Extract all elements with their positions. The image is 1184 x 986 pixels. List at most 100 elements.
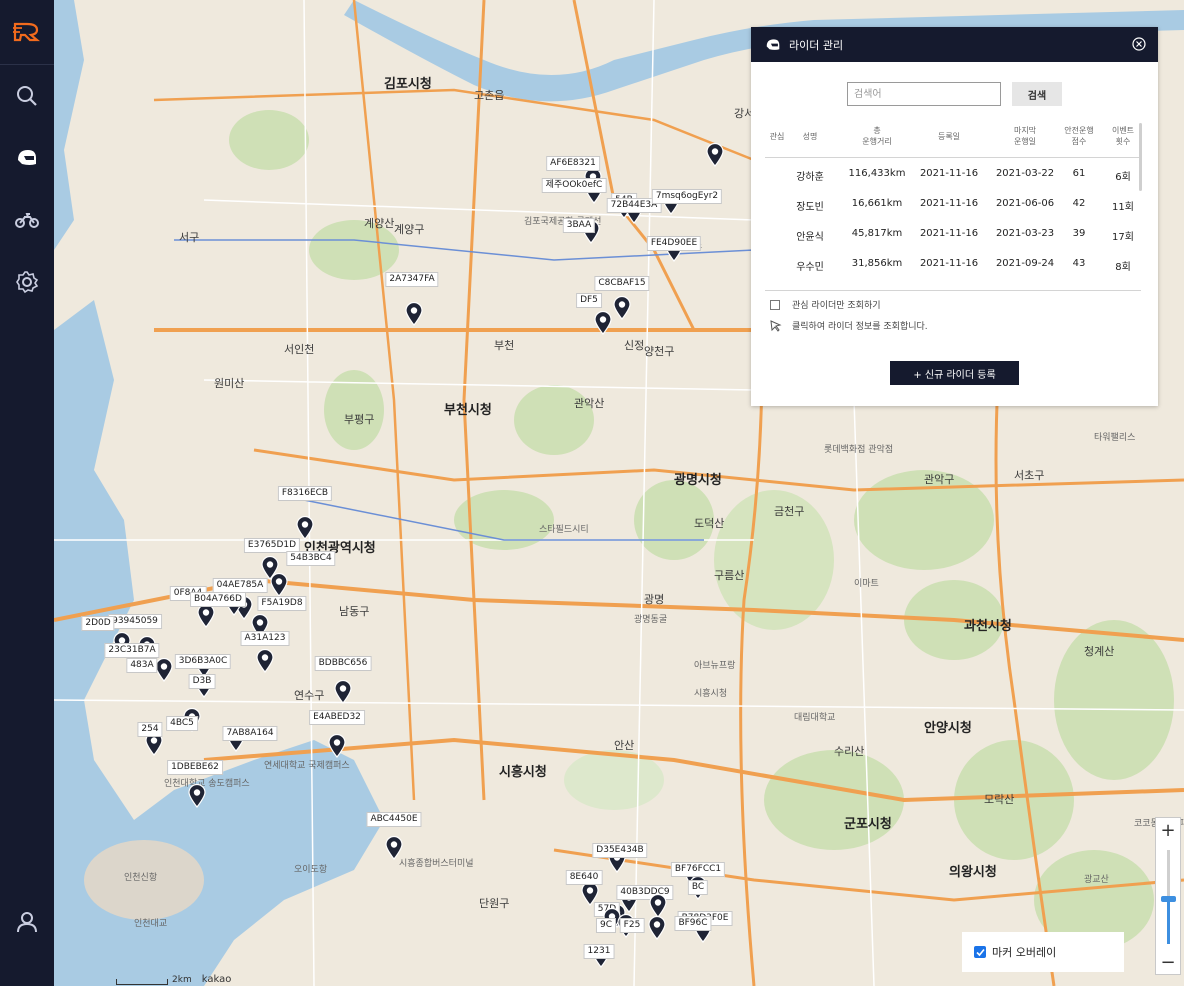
table-cell-registered: 2021-11-16 [919,228,979,239]
rider-marker-label[interactable]: D3B [188,674,216,689]
table-row[interactable]: 우수민 31,856km 2021-11-16 2021-09-24 43 8회 [765,249,1141,279]
rider-marker-label[interactable]: DF5 [576,293,602,308]
zoom-in-button[interactable]: + [1156,818,1180,842]
favorite-only-checkbox[interactable] [770,299,780,310]
sidebar-item-riders[interactable] [13,144,41,172]
rider-marker-label[interactable]: 7msq6ogEyr2 [651,189,723,204]
rider-marker[interactable] [649,893,667,918]
map-place-label: 양천구 [644,345,675,358]
table-header-cell[interactable]: 관심 [765,131,789,142]
table-header-cell[interactable]: 총 운행거리 [843,125,911,147]
rider-marker-label[interactable]: 2A7347FA [385,272,439,287]
zoom-out-button[interactable]: − [1156,950,1180,974]
rider-marker[interactable] [385,835,403,860]
helmet-icon [766,38,780,50]
sidebar-item-search[interactable] [13,82,41,110]
rider-marker[interactable] [256,648,274,673]
rider-marker-label[interactable]: 7AB8A164 [222,726,278,741]
rider-marker-label[interactable]: D35E434B [592,843,648,858]
rider-marker[interactable] [594,310,612,335]
rider-marker-label[interactable]: 1231 [583,944,615,959]
map-place-label: 광명동굴 [634,615,668,625]
table-header-cell[interactable]: 성명 [795,131,825,142]
rider-marker-label[interactable]: BDBBC656 [314,656,372,671]
rider-marker-label[interactable]: A31A123 [240,631,290,646]
search-button[interactable]: 검색 [1012,82,1062,106]
rider-marker-label[interactable]: BC [687,880,709,895]
table-cell-distance: 16,661km [851,198,903,209]
marker-overlay-toggle[interactable]: 마커 오버레이 [962,932,1124,972]
motorcycle-icon [15,213,39,228]
rider-marker-label[interactable]: F8316ECB [277,486,333,501]
rider-marker-label[interactable]: 1DBEBE62 [167,760,223,775]
rider-marker-label[interactable]: 483A [126,658,158,673]
rider-marker-label[interactable]: 9C [595,918,617,933]
rider-marker-label[interactable]: ABC4450E [366,812,422,827]
table-cell-name: 안윤식 [796,232,824,243]
table-row[interactable]: 장도빈 16,661km 2021-11-16 2021-06-06 42 11회 [765,189,1141,219]
rider-marker-label[interactable]: 93945059 [108,614,162,629]
table-cell-registered: 2021-11-16 [919,198,979,209]
map-place-label: 스타필드시티 [539,525,589,535]
map-place-label: 광명시청 [674,473,722,488]
cursor-click-icon [770,319,782,332]
rider-marker-label[interactable]: 04AE785A [212,578,268,593]
rider-marker-label[interactable]: BF96C [674,916,712,931]
map-place-label: 도덕산 [694,517,725,530]
rider-marker-label[interactable]: C8CBAF15 [594,276,650,291]
close-icon[interactable] [1132,37,1146,51]
map-place-label: 인천대학교 송도캠퍼스 [164,779,250,789]
rider-marker-label[interactable]: BF76FCC1 [670,862,726,877]
favorite-only-filter[interactable]: 관심 라이더만 조회하기 [770,298,881,311]
map-pin-icon [334,679,352,704]
zoom-slider-handle[interactable] [1161,896,1176,902]
sidebar-item-account[interactable] [13,908,41,936]
map-pin-icon [328,733,346,758]
rider-marker[interactable] [188,783,206,808]
rider-marker-label[interactable]: B04A766D [190,592,246,607]
rider-marker-label[interactable]: F25 [619,918,645,933]
rider-marker-label[interactable]: 23C31B7A [104,643,160,658]
table-cell-last: 2021-03-23 [995,228,1055,239]
rider-marker[interactable] [613,295,631,320]
hint-row: 클릭하여 라이더 정보를 조회합니다. [770,319,928,332]
rider-marker[interactable] [648,915,666,940]
rider-marker[interactable] [334,679,352,704]
table-header-cell[interactable]: 안전운행 점수 [1059,125,1099,147]
rider-marker-label[interactable]: AF6E8321 [546,156,600,171]
marker-overlay-checkbox[interactable] [974,946,986,958]
register-rider-button[interactable]: + 신규 라이더 등록 [890,361,1019,385]
table-row[interactable]: 안윤식 45,817km 2021-11-16 2021-03-23 39 17회 [765,219,1141,249]
zoom-level-fill [1167,900,1170,944]
table-header-cell[interactable]: 등록일 [917,131,981,142]
rider-marker-label[interactable]: 8E640 [565,870,603,885]
rider-marker-label[interactable]: 254 [137,722,163,737]
rider-marker-label[interactable]: E4ABED32 [309,710,365,725]
app-logo[interactable] [13,20,41,42]
sidebar-item-vehicles[interactable] [13,206,41,234]
rider-marker-label[interactable]: F5A19D8 [257,596,307,611]
rider-marker[interactable] [155,657,173,682]
rider-marker-label[interactable]: 54B3BC4 [286,551,336,566]
marker-overlay-label: 마커 오버레이 [992,946,1057,959]
rider-marker[interactable] [197,603,215,628]
rider-marker[interactable] [328,733,346,758]
rider-marker[interactable] [270,572,288,597]
rider-marker-label[interactable]: FE4D90EE [646,236,702,251]
rider-marker-label[interactable]: 3D6B3A0C [174,654,232,669]
rider-marker[interactable] [405,301,423,326]
table-header-cell[interactable]: 마지막 운행일 [991,125,1059,147]
scale-text: 2km [172,975,192,985]
rider-marker[interactable] [706,142,724,167]
rider-marker-label[interactable]: 제주OOk0efC [541,178,607,193]
sidebar-item-settings[interactable] [13,268,41,296]
rider-marker-label[interactable]: 4BC5 [166,716,198,731]
rider-marker-label[interactable]: 3BAA [562,218,596,233]
search-input[interactable] [847,82,1001,106]
table-row[interactable]: 강하훈 116,433km 2021-11-16 2021-03-22 61 6회 [765,159,1141,189]
rider-marker-label[interactable]: 2D0D [81,616,115,631]
map-pin-icon [649,893,667,918]
table-header-cell[interactable]: 이벤트 횟수 [1105,125,1141,147]
table-scrollbar[interactable] [1139,123,1142,191]
rider-marker[interactable] [296,515,314,540]
